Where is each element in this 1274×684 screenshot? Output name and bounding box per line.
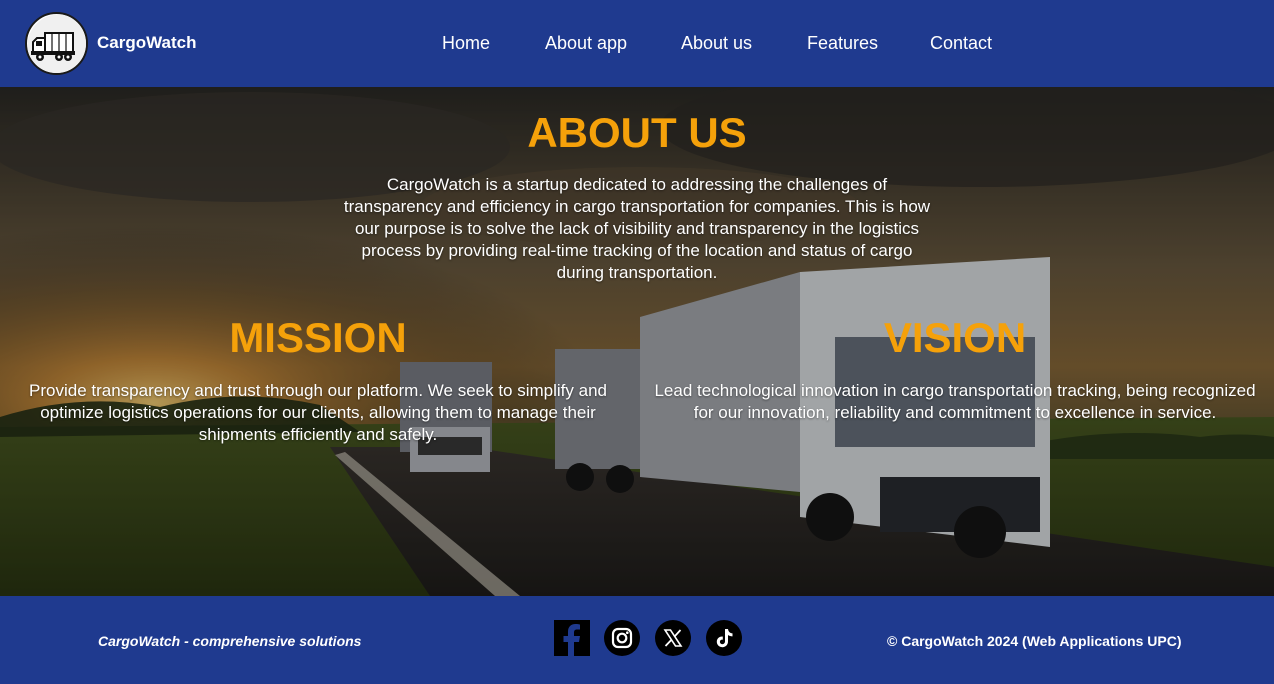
- footer-copyright: © CargoWatch 2024 (Web Applications UPC): [887, 633, 1182, 649]
- vision-title: VISION: [883, 314, 1027, 361]
- vision-text: Lead technological innovation in cargo t…: [654, 381, 1256, 422]
- footer-tagline: CargoWatch - comprehensive solutions: [98, 633, 362, 649]
- instagram-icon[interactable]: [604, 620, 640, 656]
- nav-home[interactable]: Home: [442, 33, 490, 54]
- nav-contact[interactable]: Contact: [930, 33, 992, 54]
- facebook-icon[interactable]: [554, 620, 590, 656]
- brand-name[interactable]: CargoWatch: [97, 33, 197, 53]
- footer: CargoWatch - comprehensive solutions © C…: [0, 596, 1274, 684]
- about-text: CargoWatch is a startup dedicated to add…: [343, 175, 931, 282]
- hero-section: ABOUT US CargoWatch is a startup dedicat…: [0, 87, 1274, 596]
- x-icon[interactable]: [655, 620, 691, 656]
- navbar: CargoWatch Home About app About us Featu…: [0, 0, 1274, 87]
- tiktok-icon[interactable]: [706, 620, 742, 656]
- mission-title: MISSION: [229, 314, 407, 361]
- truck-logo-icon[interactable]: [25, 12, 88, 75]
- nav-about-us[interactable]: About us: [681, 33, 752, 54]
- nav-about-app[interactable]: About app: [545, 33, 627, 54]
- nav-features[interactable]: Features: [807, 33, 878, 54]
- about-title: ABOUT US: [527, 109, 747, 156]
- mission-text: Provide transparency and trust through o…: [29, 381, 607, 444]
